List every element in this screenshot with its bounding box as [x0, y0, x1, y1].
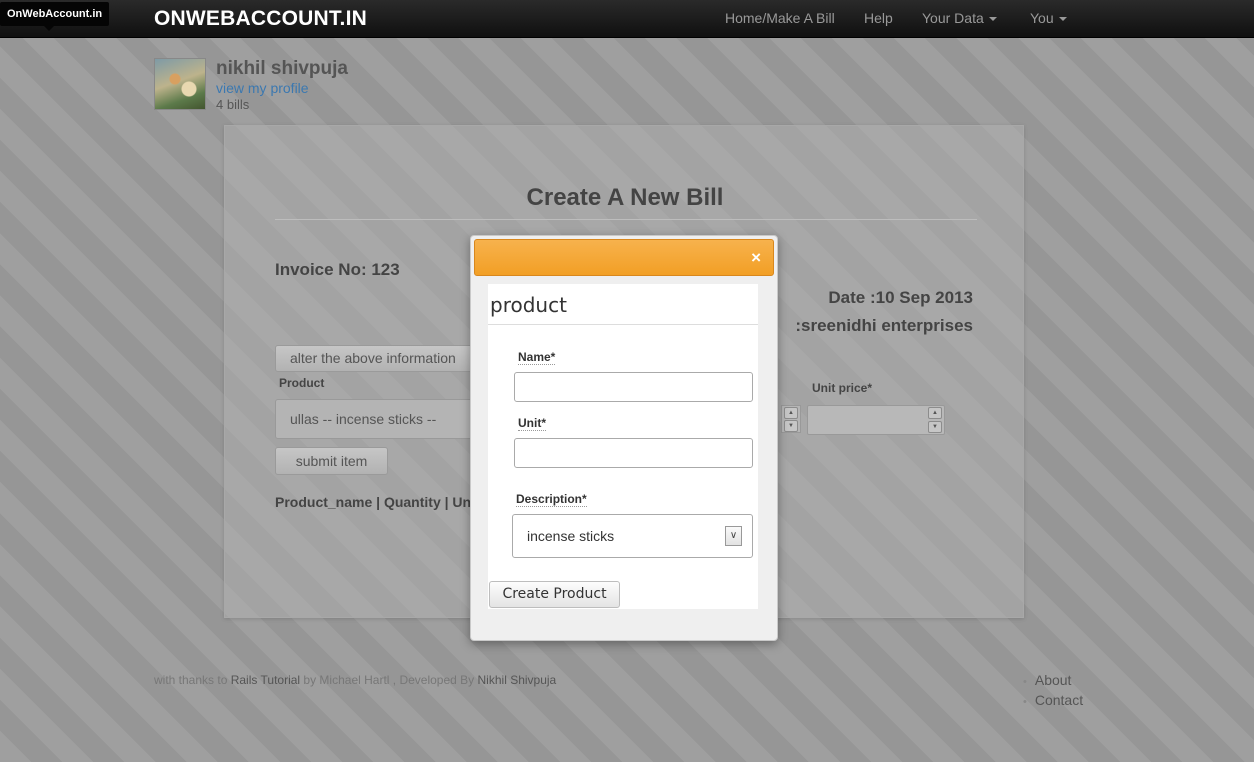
nav-home-make-bill[interactable]: Home/Make A Bill	[725, 10, 835, 26]
site-tooltip: OnWebAccount.in	[0, 2, 110, 31]
caret-down-icon	[1058, 17, 1067, 22]
chevron-down-icon[interactable]: ∨	[725, 526, 742, 546]
unit-price-label: Unit price*	[812, 381, 873, 395]
unit-price-input[interactable]: ▲ ▼	[807, 405, 945, 435]
bill-count: 4 bills	[216, 97, 250, 112]
items-table-header: Product_name | Quantity | Un	[275, 494, 472, 510]
page-title: Create A New Bill	[526, 184, 724, 211]
nav-your-data-label: Your Data	[922, 10, 984, 26]
close-icon[interactable]: ×	[751, 248, 761, 268]
brand-logo[interactable]: ONWEBACCOUNT.IN	[154, 7, 367, 31]
name-field[interactable]	[514, 372, 753, 402]
avatar[interactable]	[154, 58, 206, 110]
quantity-stepper[interactable]: ▲ ▼	[781, 405, 801, 433]
footer-link-contact[interactable]: Contact	[1023, 692, 1083, 712]
spin-down-icon[interactable]: ▼	[784, 420, 798, 432]
nav-help[interactable]: Help	[864, 10, 893, 26]
spin-up-icon[interactable]: ▲	[928, 407, 942, 419]
footer-link-about[interactable]: About	[1023, 672, 1083, 692]
unit-label: Unit*	[518, 416, 546, 431]
spin-down-icon[interactable]: ▼	[928, 421, 942, 433]
spin-up-icon[interactable]: ▲	[784, 407, 798, 419]
modal-title: product	[490, 293, 567, 317]
nav-you-label: You	[1030, 10, 1054, 26]
footer-links: About Contact	[1023, 672, 1083, 712]
modal-header: ×	[474, 239, 774, 276]
profile-name: nikhil shivpuja	[216, 58, 348, 79]
developer-link[interactable]: Nikhil Shivpuja	[478, 673, 557, 687]
unit-field[interactable]	[514, 438, 753, 468]
product-label: Product	[279, 376, 325, 390]
name-label: Name*	[518, 350, 556, 365]
description-select[interactable]: incense sticks ∨	[512, 514, 753, 558]
caret-down-icon	[988, 17, 997, 22]
create-product-button[interactable]: Create Product	[489, 581, 620, 608]
description-selected-value: incense sticks	[527, 528, 615, 544]
description-label: Description*	[516, 492, 587, 507]
new-product-modal: × product Name* Unit* Description* incen…	[470, 235, 778, 641]
modal-body: product Name* Unit* Description* incense…	[488, 284, 758, 609]
submit-item-button[interactable]: submit item	[275, 447, 388, 475]
modal-divider	[488, 324, 758, 325]
title-divider	[275, 219, 977, 220]
invoice-number: Invoice No: 123	[275, 260, 400, 279]
view-profile-link[interactable]: view my profile	[216, 80, 309, 96]
company-name: :sreenidhi enterprises	[795, 316, 973, 335]
footer-credit: with thanks to Rails Tutorial by Michael…	[154, 673, 556, 687]
nav-you-dropdown[interactable]: You	[1030, 10, 1067, 26]
top-navbar: OnWebAccount.in ONWEBACCOUNT.IN Home/Mak…	[0, 0, 1254, 38]
bill-date: Date :10 Sep 2013	[828, 288, 973, 307]
credit-prefix: with thanks to	[154, 673, 228, 687]
credit-middle: by Michael Hartl , Developed By	[303, 673, 475, 687]
rails-tutorial-link[interactable]: Rails Tutorial	[231, 673, 300, 687]
nav-your-data-dropdown[interactable]: Your Data	[922, 10, 997, 26]
